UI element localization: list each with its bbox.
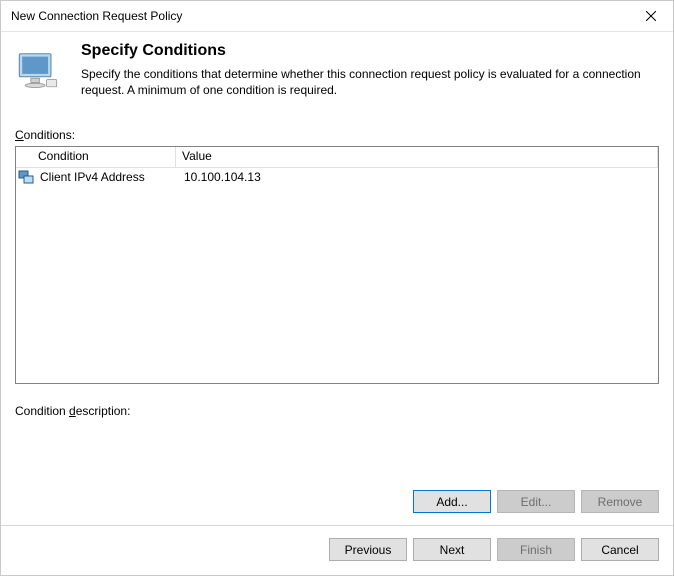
close-button[interactable] (628, 1, 673, 31)
wizard-header-text: Specify Conditions Specify the condition… (81, 42, 663, 100)
conditions-section: Conditions: Condition Value Client IPv4 … (1, 110, 673, 454)
cancel-button[interactable]: Cancel (581, 538, 659, 561)
remove-button: Remove (581, 490, 659, 513)
monitor-icon (15, 42, 67, 100)
window-title: New Connection Request Policy (11, 9, 628, 23)
page-subtext: Specify the conditions that determine wh… (81, 66, 663, 98)
client-ip-icon (18, 169, 34, 185)
page-heading: Specify Conditions (81, 42, 663, 60)
finish-button: Finish (497, 538, 575, 561)
cell-value: 10.100.104.13 (182, 170, 658, 184)
next-button[interactable]: Next (413, 538, 491, 561)
cell-condition: Client IPv4 Address (38, 170, 182, 184)
col-header-value[interactable]: Value (176, 147, 658, 167)
wizard-header: Specify Conditions Specify the condition… (1, 32, 673, 110)
wizard-buttons-row: Previous Next Finish Cancel (1, 526, 673, 575)
condition-buttons-row: Add... Edit... Remove (1, 454, 673, 513)
close-icon (646, 11, 656, 21)
list-header: Condition Value (16, 147, 658, 168)
content-area: Specify Conditions Specify the condition… (1, 32, 673, 575)
table-row[interactable]: Client IPv4 Address 10.100.104.13 (16, 168, 658, 186)
previous-button[interactable]: Previous (329, 538, 407, 561)
conditions-label: Conditions: (15, 128, 659, 142)
dialog-window: New Connection Request Policy Specify Co… (0, 0, 674, 576)
titlebar: New Connection Request Policy (1, 1, 673, 32)
col-header-condition[interactable]: Condition (16, 147, 176, 167)
condition-description-label: Condition description: (15, 404, 659, 418)
edit-button: Edit... (497, 490, 575, 513)
conditions-list[interactable]: Condition Value Client IPv4 Address 10.1… (15, 146, 659, 384)
add-button[interactable]: Add... (413, 490, 491, 513)
